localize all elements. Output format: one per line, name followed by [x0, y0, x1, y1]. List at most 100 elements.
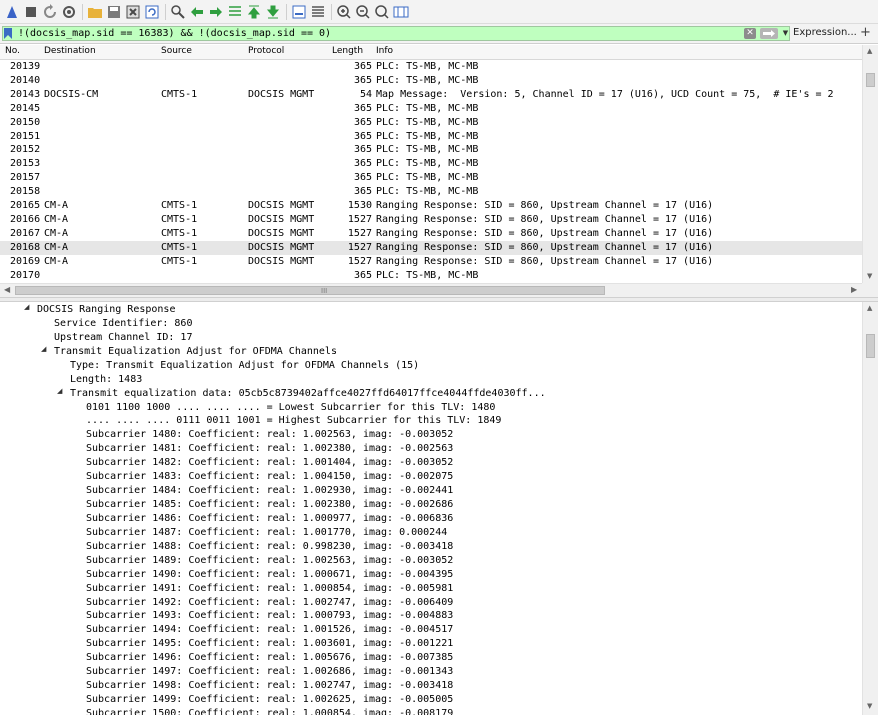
details-scroll-thumb[interactable] [866, 334, 875, 358]
details-vertical-scrollbar[interactable]: ▲ ▼ [862, 302, 878, 715]
packet-row[interactable]: 20158 365 PLC: TS-MB, MC-MB [0, 185, 862, 199]
tree-node[interactable]: 0101 1100 1000 .... .... .... = Lowest S… [86, 401, 495, 415]
packet-row[interactable]: 20152 365 PLC: TS-MB, MC-MB [0, 143, 862, 157]
filter-bookmark-icon[interactable] [4, 28, 12, 39]
go-forward-button[interactable] [207, 3, 225, 21]
save-file-button[interactable] [105, 3, 123, 21]
colorize-button[interactable] [309, 3, 327, 21]
packet-row[interactable]: 20167 CM-A CMTS-1 DOCSIS MGMT 1527 Ranging Re… [0, 227, 862, 241]
clear-filter-icon[interactable]: ✕ [744, 28, 756, 39]
packet-row[interactable]: 20143 DOCSIS-CM CMTS-1 DOCSIS MGMT 54 Map Mes… [0, 88, 862, 102]
scroll-down-arrow-icon[interactable]: ▼ [867, 272, 872, 280]
scroll-left-arrow-icon[interactable]: ◀ [4, 285, 10, 294]
packet-row[interactable]: 20166 CM-A CMTS-1 DOCSIS MGMT 1527 Ranging Re… [0, 213, 862, 227]
tree-node[interactable]: Subcarrier 1495: Coefficient: real: 1.00… [86, 637, 453, 651]
packet-row[interactable]: 20153 365 PLC: TS-MB, MC-MB [0, 157, 862, 171]
go-back-button[interactable] [188, 3, 206, 21]
tree-node[interactable]: Subcarrier 1482: Coefficient: real: 1.00… [86, 456, 453, 470]
tree-node[interactable]: Subcarrier 1497: Coefficient: real: 1.00… [86, 665, 453, 679]
scroll-up-arrow-icon[interactable]: ▲ [867, 47, 872, 55]
tree-node[interactable]: Subcarrier 1496: Coefficient: real: 1.00… [86, 651, 453, 665]
filter-history-dropdown-icon[interactable]: ▼ [781, 28, 790, 39]
restart-capture-icon [44, 3, 56, 18]
packet-list-horizontal-scrollbar[interactable]: ◀ III ▶ [0, 283, 862, 297]
tree-node[interactable]: Subcarrier 1484: Coefficient: real: 1.00… [86, 484, 453, 498]
tree-node[interactable]: Subcarrier 1483: Coefficient: real: 1.00… [86, 470, 453, 484]
scroll-up-arrow-icon[interactable]: ▲ [867, 304, 872, 312]
close-file-button[interactable] [124, 3, 142, 21]
tree-node[interactable]: Subcarrier 1489: Coefficient: real: 1.00… [86, 554, 453, 568]
tree-node[interactable]: Subcarrier 1499: Coefficient: real: 1.00… [86, 693, 453, 707]
packet-row[interactable]: 20170 365 PLC: TS-MB, MC-MB [0, 269, 862, 283]
packet-row[interactable]: 20139 365 PLC: TS-MB, MC-MB [0, 60, 862, 74]
column-header-source[interactable]: Source [161, 46, 192, 56]
packet-row[interactable]: 20169 CM-A CMTS-1 DOCSIS MGMT 1527 Ranging Re… [0, 255, 862, 269]
display-filter-input[interactable]: !(docsis_map.sid == 16383) && !(docsis_m… [2, 26, 790, 41]
packet-list-vertical-scrollbar[interactable]: ▲ ▼ [862, 45, 878, 283]
packet-cell-no: 20170 [10, 269, 41, 281]
column-header-info[interactable]: Info [376, 46, 393, 56]
expression-button[interactable]: Expression... [793, 27, 857, 38]
tree-node[interactable]: Subcarrier 1500: Coefficient: real: 1.00… [86, 707, 453, 715]
tree-node[interactable]: Subcarrier 1492: Coefficient: real: 1.00… [86, 596, 453, 610]
column-header-no[interactable]: No. [5, 46, 20, 56]
scroll-down-arrow-icon[interactable]: ▼ [867, 702, 872, 710]
tree-node[interactable]: Type: Transmit Equalization Adjust for O… [70, 359, 419, 373]
zoom-in-button[interactable] [335, 3, 353, 21]
restart-capture-button[interactable] [41, 3, 59, 21]
resize-columns-button[interactable] [392, 3, 410, 21]
tree-node[interactable]: Subcarrier 1491: Coefficient: real: 1.00… [86, 582, 453, 596]
packet-row[interactable]: 20165 CM-A CMTS-1 DOCSIS MGMT 1530 Ranging Re… [0, 199, 862, 213]
column-header-destination[interactable]: Destination [44, 46, 96, 56]
tree-node[interactable]: Subcarrier 1485: Coefficient: real: 1.00… [86, 498, 453, 512]
tree-node[interactable]: Subcarrier 1494: Coefficient: real: 1.00… [86, 623, 453, 637]
tree-node[interactable]: Service Identifier: 860 [54, 317, 192, 331]
zoom-out-button[interactable] [354, 3, 372, 21]
packet-row[interactable]: 20168 CM-A CMTS-1 DOCSIS MGMT 1527 Ranging Re… [0, 240, 862, 255]
tree-node[interactable]: Length: 1483 [70, 373, 142, 387]
packet-row[interactable]: 20145 365 PLC: TS-MB, MC-MB [0, 102, 862, 116]
go-to-packet-button[interactable] [226, 3, 244, 21]
tree-expand-toggle-icon[interactable]: ◢ [41, 345, 46, 353]
packet-list-scroll-thumb[interactable] [866, 73, 875, 87]
tree-node[interactable]: Subcarrier 1493: Coefficient: real: 1.00… [86, 609, 453, 623]
scroll-corner [862, 283, 878, 297]
normal-size-button[interactable] [373, 3, 391, 21]
apply-filter-arrow-icon[interactable] [760, 28, 778, 39]
tree-node[interactable]: Subcarrier 1480: Coefficient: real: 1.00… [86, 428, 453, 442]
packet-row[interactable]: 20157 365 PLC: TS-MB, MC-MB [0, 171, 862, 185]
tree-node[interactable]: .... .... .... 0111 0011 1001 = Highest … [86, 414, 501, 428]
tree-node[interactable]: Subcarrier 1490: Coefficient: real: 1.00… [86, 568, 453, 582]
find-packet-button[interactable] [169, 3, 187, 21]
display-filter-text[interactable]: !(docsis_map.sid == 16383) && !(docsis_m… [18, 27, 331, 40]
tree-node[interactable]: Transmit equalization data: 05cb5c873940… [70, 387, 546, 401]
tree-expand-toggle-icon[interactable]: ◢ [57, 387, 62, 395]
tree-node[interactable]: Subcarrier 1488: Coefficient: real: 0.99… [86, 540, 453, 554]
stop-capture-button[interactable] [22, 3, 40, 21]
packet-row[interactable]: 20150 365 PLC: TS-MB, MC-MB [0, 116, 862, 130]
auto-scroll-button[interactable] [290, 3, 308, 21]
tree-node[interactable]: Subcarrier 1486: Coefficient: real: 1.00… [86, 512, 453, 526]
packet-row[interactable]: 20151 365 PLC: TS-MB, MC-MB [0, 130, 862, 144]
go-first-packet-button[interactable] [245, 3, 263, 21]
capture-options-button[interactable] [60, 3, 78, 21]
column-header-protocol[interactable]: Protocol [248, 46, 284, 56]
packet-cell-src: CMTS-1 [161, 227, 198, 239]
tree-expand-toggle-icon[interactable]: ◢ [24, 303, 29, 311]
reload-file-button[interactable] [143, 3, 161, 21]
open-file-button[interactable] [86, 3, 104, 21]
go-last-packet-button[interactable] [264, 3, 282, 21]
start-capture-button[interactable] [3, 3, 21, 21]
packet-row[interactable]: 20140 365 PLC: TS-MB, MC-MB [0, 74, 862, 88]
scroll-right-arrow-icon[interactable]: ▶ [851, 285, 857, 294]
tree-node[interactable]: Upstream Channel ID: 17 [54, 331, 192, 345]
tree-node[interactable]: Subcarrier 1481: Coefficient: real: 1.00… [86, 442, 453, 456]
packet-list-header: No. Destination Source Protocol Length Info [0, 45, 862, 60]
tree-node[interactable]: Subcarrier 1487: Coefficient: real: 1.00… [86, 526, 447, 540]
column-header-length[interactable]: Length [332, 46, 363, 56]
tree-node[interactable]: Transmit Equalization Adjust for OFDMA C… [54, 345, 337, 359]
add-filter-button[interactable]: + [860, 25, 871, 40]
tree-node[interactable]: Subcarrier 1498: Coefficient: real: 1.00… [86, 679, 453, 693]
packet-list-hscroll-thumb[interactable]: III [15, 286, 605, 295]
tree-node[interactable]: DOCSIS Ranging Response [37, 303, 175, 317]
